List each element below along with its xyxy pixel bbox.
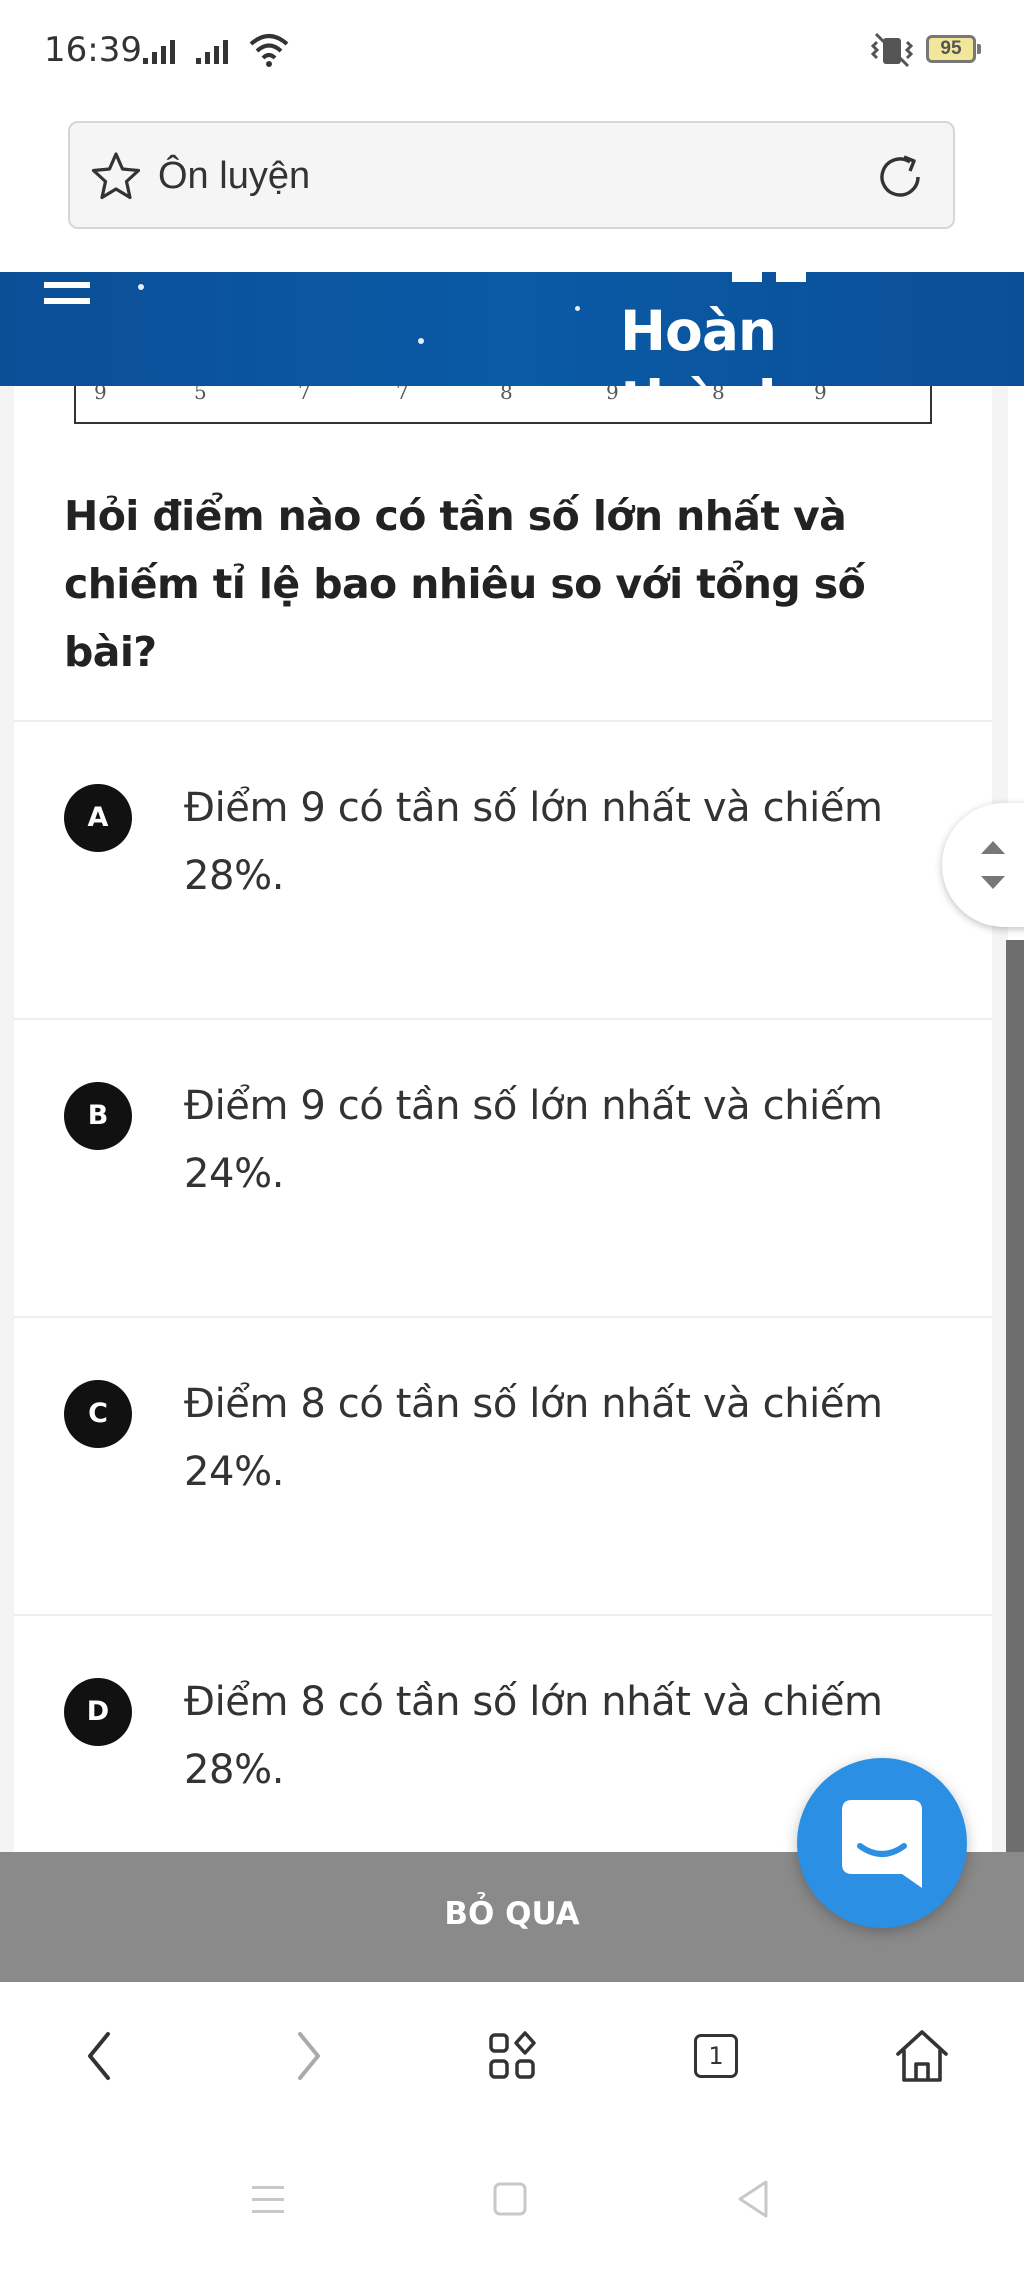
caret-up-icon[interactable]: [978, 837, 1008, 857]
table-cell: 9: [814, 386, 827, 404]
option-text: Điểm 9 có tần số lớn nhất và chiếm 24%.: [184, 1083, 883, 1197]
table-cell: 8: [712, 386, 725, 404]
system-navigation: [0, 2128, 1024, 2275]
table-cell: 7: [396, 386, 409, 404]
back-icon[interactable]: [64, 2018, 140, 2094]
option-letter-badge: D: [64, 1678, 132, 1746]
decorative-dot: [418, 338, 424, 344]
apps-icon[interactable]: [474, 2018, 550, 2094]
system-home-icon[interactable]: [480, 2170, 540, 2230]
menu-icon[interactable]: [44, 276, 90, 312]
table-cell: 7: [298, 386, 311, 404]
data-table-fragment: 9 5 7 7 8 9 8 9: [74, 386, 932, 424]
site-header: Hoàn thành: [0, 272, 1024, 386]
answer-option-a[interactable]: A Điểm 9 có tần số lớn nhất và chiếm 28%…: [14, 720, 992, 1020]
signal-icon: [196, 40, 228, 64]
star-icon[interactable]: [90, 151, 142, 201]
table-cell: 8: [500, 386, 513, 404]
answer-option-b[interactable]: B Điểm 9 có tần số lớn nhất và chiếm 24%…: [14, 1018, 992, 1318]
decorative-dot: [575, 306, 580, 311]
table-cell: 9: [94, 386, 107, 404]
battery-icon: 95: [926, 35, 981, 63]
header-logo-fragment: [732, 272, 806, 282]
scrollbar[interactable]: [1006, 940, 1024, 1852]
decorative-dot: [138, 284, 144, 290]
address-text[interactable]: Ôn luyện: [158, 155, 310, 198]
option-letter-badge: A: [64, 784, 132, 852]
status-bar: 16:39 95: [0, 0, 1024, 102]
table-cell: 5: [194, 386, 207, 404]
signal-icon: [143, 40, 175, 64]
option-text: Điểm 8 có tần số lớn nhất và chiếm 24%.: [184, 1381, 883, 1495]
table-cell: 9: [606, 386, 619, 404]
wifi-icon: [249, 34, 289, 67]
tab-count: 1: [694, 2034, 738, 2078]
option-letter-badge: C: [64, 1380, 132, 1448]
option-letter-badge: B: [64, 1082, 132, 1150]
address-bar[interactable]: Ôn luyện: [68, 121, 955, 229]
forward-icon[interactable]: [268, 2018, 344, 2094]
vibrate-icon: [870, 32, 914, 68]
answer-option-c[interactable]: C Điểm 8 có tần số lớn nhất và chiếm 24%…: [14, 1316, 992, 1616]
option-text: Điểm 9 có tần số lớn nhất và chiếm 28%.: [184, 785, 883, 899]
reload-icon[interactable]: [874, 151, 926, 203]
question-text: Hỏi điểm nào có tần số lớn nhất và chiếm…: [64, 492, 866, 676]
page-margin-left: [0, 386, 14, 1852]
browser-toolbar: 1: [0, 1982, 1024, 2128]
recents-icon[interactable]: [238, 2170, 298, 2230]
home-icon[interactable]: [884, 2018, 960, 2094]
tabs-button[interactable]: 1: [678, 2018, 754, 2094]
question-content: 9 5 7 7 8 9 8 9 Hỏi điểm nào có tần số l…: [14, 386, 992, 1852]
system-back-icon[interactable]: [724, 2170, 784, 2230]
caret-down-icon[interactable]: [978, 873, 1008, 893]
chat-icon: [842, 1800, 922, 1888]
done-button[interactable]: Hoàn thành: [620, 296, 920, 386]
chat-button[interactable]: [797, 1758, 967, 1928]
status-time: 16:39: [44, 30, 142, 70]
